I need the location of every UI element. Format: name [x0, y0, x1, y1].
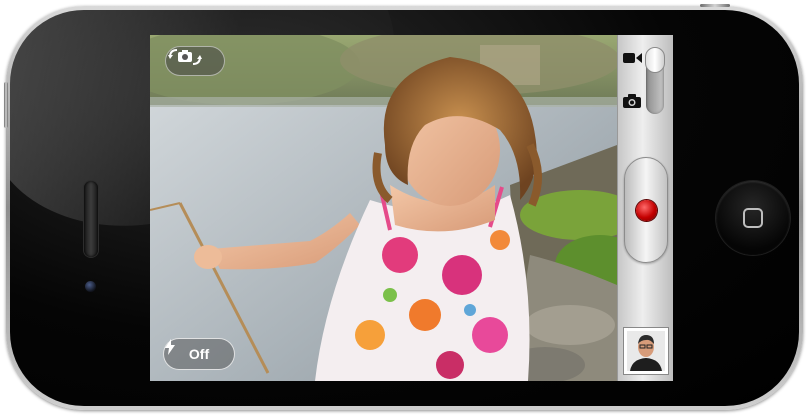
record-button[interactable] [624, 157, 668, 263]
sleep-wake-button[interactable] [700, 4, 730, 7]
last-capture-thumbnail[interactable] [623, 327, 669, 375]
mode-switch-knob[interactable] [645, 47, 665, 73]
camera-control-strip [617, 35, 673, 381]
camera-screen: Off [150, 35, 673, 381]
volume-button[interactable] [4, 82, 8, 128]
flash-button[interactable]: Off [163, 338, 235, 370]
lightning-bolt-icon [165, 339, 175, 355]
flash-label: Off [188, 346, 210, 362]
viewfinder-scene [150, 35, 617, 381]
earpiece-speaker [84, 181, 98, 257]
video-camera-icon [623, 53, 642, 63]
switch-camera-button[interactable] [165, 46, 225, 76]
camera-viewfinder[interactable]: Off [150, 35, 617, 381]
camera-icon [623, 94, 641, 108]
home-square-icon [743, 208, 763, 228]
thumbnail-image [627, 331, 665, 371]
home-button[interactable] [716, 181, 790, 255]
switch-camera-icon [168, 49, 202, 65]
photo-video-mode-switch[interactable] [618, 35, 673, 153]
record-dot-icon [636, 200, 657, 221]
front-camera-lens [85, 281, 96, 292]
